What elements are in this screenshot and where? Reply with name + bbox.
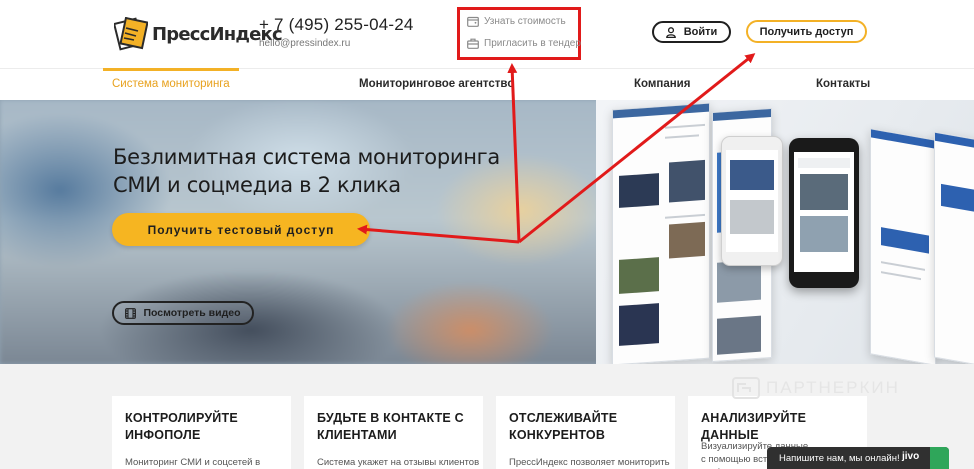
- feature-title-line-2: КЛИЕНТАМИ: [317, 428, 397, 442]
- email-link[interactable]: hello@pressindex.ru: [259, 38, 350, 49]
- login-button[interactable]: Войти: [652, 21, 731, 43]
- wallet-icon: [467, 16, 479, 27]
- feature-title: АНАЛИЗИРУЙТЕ ДАННЫЕ: [701, 410, 867, 444]
- screen-header-bar: [713, 108, 771, 122]
- feature-title-line-1: ОТСЛЕЖИВАЙТЕ: [509, 411, 618, 425]
- device-mockup-back: [721, 136, 783, 266]
- feed-screen-1: [612, 102, 710, 364]
- chat-label: Напишите нам, мы онлайн!: [779, 452, 900, 464]
- ui-block: [881, 227, 929, 254]
- text-line: [881, 261, 925, 271]
- forbes-screen: [934, 131, 974, 364]
- watermark-text: ПАРТНЕРКИН: [766, 378, 900, 397]
- social-post-image: [717, 315, 761, 355]
- hero-title: Безлимитная система мониторинга СМИ и со…: [113, 143, 500, 199]
- screen-header-bar: [613, 103, 709, 119]
- nav-item-monitoring-system[interactable]: Система мониторинга: [112, 78, 230, 90]
- hero-title-line-1: Безлимитная система мониторинга: [113, 145, 500, 169]
- instagram-post-image: [800, 216, 848, 252]
- get-test-access-button[interactable]: Получить тестовый доступ: [112, 213, 370, 246]
- nav-item-monitoring-agency[interactable]: Мониторинговое агентство: [359, 78, 514, 90]
- phone-mockup: [789, 138, 859, 288]
- briefcase-icon: [467, 38, 479, 49]
- news-thumb: [619, 173, 659, 208]
- film-icon: [125, 307, 137, 319]
- feature-title-line-1: АНАЛИЗИРУЙТЕ ДАННЫЕ: [701, 411, 807, 442]
- app-image: [730, 200, 774, 234]
- news-thumb: [669, 159, 705, 203]
- news-thumb: [619, 257, 659, 294]
- feature-title-line-1: БУДЬТЕ В КОНТАКТЕ С: [317, 411, 464, 425]
- get-access-button[interactable]: Получить доступ: [746, 20, 867, 43]
- price-link-label: Узнать стоимость: [484, 16, 566, 27]
- main-nav: Система мониторинга Мониторинговое агент…: [0, 68, 974, 100]
- analytics-screen: [870, 128, 936, 364]
- watch-video-button[interactable]: Посмотреть видео: [112, 301, 254, 325]
- login-label: Войти: [683, 26, 718, 38]
- feature-text: Мониторинг СМИ и соцсетей в: [125, 457, 261, 468]
- feature-card: БУДЬТЕ В КОНТАКТЕ С КЛИЕНТАМИ Система ук…: [304, 396, 483, 469]
- chat-brand-accent: [930, 447, 949, 469]
- social-post-image: [717, 259, 761, 303]
- hero-title-line-2: СМИ и соцмедиа в 2 клика: [113, 173, 401, 197]
- phone-number[interactable]: + 7 (495) 255-04-24: [259, 15, 414, 35]
- active-nav-underline: [103, 68, 239, 71]
- news-thumb: [669, 221, 705, 259]
- logo-icon: [114, 17, 148, 51]
- phone-screen: [794, 152, 854, 272]
- screen-header-bar: [935, 132, 974, 150]
- ui-block: [941, 183, 974, 213]
- watermark-logo-icon: [732, 377, 760, 399]
- hero-banner: Безлимитная система мониторинга СМИ и со…: [0, 100, 974, 364]
- news-thumb: [619, 303, 659, 346]
- highlight-box: [457, 7, 581, 60]
- tender-link[interactable]: Пригласить в тендер: [467, 38, 581, 49]
- text-line: [665, 123, 705, 129]
- app-image: [730, 160, 774, 190]
- watch-video-label: Посмотреть видео: [143, 307, 241, 319]
- user-icon: [665, 26, 676, 38]
- feature-title: ОТСЛЕЖИВАЙТЕ КОНКУРЕНТОВ: [509, 410, 617, 444]
- device-screen: [726, 150, 778, 252]
- product-screenshot-collage: [596, 100, 974, 364]
- instagram-post-image: [800, 174, 848, 210]
- text-line: [665, 134, 699, 139]
- nav-item-company[interactable]: Компания: [634, 78, 690, 90]
- feature-title: КОНТРОЛИРУЙТЕ ИНФОПОЛЕ: [125, 410, 238, 444]
- feature-text: ПрессИндекс позволяет мониторить: [509, 457, 670, 468]
- site-header: ПрессИндекс + 7 (495) 255-04-24 hello@pr…: [0, 0, 974, 68]
- feature-title: БУДЬТЕ В КОНТАКТЕ С КЛИЕНТАМИ: [317, 410, 464, 444]
- feature-card: КОНТРОЛИРУЙТЕ ИНФОПОЛЕ Мониторинг СМИ и …: [112, 396, 291, 469]
- feature-title-line-2: КОНКУРЕНТОВ: [509, 428, 606, 442]
- feature-title-line-1: КОНТРОЛИРУЙТЕ: [125, 411, 238, 425]
- price-link[interactable]: Узнать стоимость: [467, 16, 566, 27]
- watermark: ПАРТНЕРКИН: [732, 377, 900, 399]
- tender-link-label: Пригласить в тендер: [484, 38, 581, 49]
- feature-title-line-2: ИНФОПОЛЕ: [125, 428, 201, 442]
- logo[interactable]: ПрессИндекс: [114, 14, 283, 54]
- feature-text: Система укажет на отзывы клиентов: [317, 457, 480, 468]
- chat-widget[interactable]: Напишите нам, мы онлайн! jivo: [767, 447, 949, 469]
- feature-card: ОТСЛЕЖИВАЙТЕ КОНКУРЕНТОВ ПрессИндекс поз…: [496, 396, 675, 469]
- app-header: [798, 158, 850, 168]
- text-line: [665, 213, 705, 219]
- screen-header-bar: [871, 129, 935, 149]
- text-line: [881, 271, 921, 281]
- chat-brand: jivo: [902, 451, 920, 462]
- nav-item-contacts[interactable]: Контакты: [816, 78, 870, 90]
